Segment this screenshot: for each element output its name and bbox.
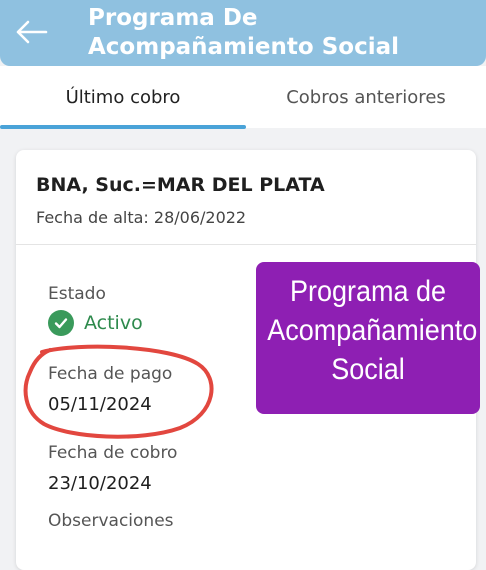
collection-date-value: 23/10/2024 [48, 473, 152, 494]
page-title: Programa De Acompañamiento Social [88, 5, 399, 60]
check-circle-icon [48, 310, 74, 336]
status-label: Estado [48, 284, 106, 304]
observations-label: Observaciones [48, 511, 174, 531]
collection-date-label: Fecha de cobro [48, 443, 178, 463]
registration-date: Fecha de alta: 28/06/2022 [36, 208, 247, 227]
bank-branch: BNA, Suc.=MAR DEL PLATA [36, 174, 325, 196]
payment-date-label: Fecha de pago [48, 364, 173, 384]
payment-date-value: 05/11/2024 [48, 394, 152, 415]
tab-ultimo-cobro[interactable]: Último cobro [0, 66, 246, 128]
tab-bar: Último cobro Cobros anteriores [0, 66, 486, 128]
app-bar: Programa De Acompañamiento Social [0, 0, 486, 66]
status-value: Activo [84, 312, 143, 334]
card-divider [16, 244, 476, 245]
arrow-left-icon [16, 20, 48, 44]
title-overlay-text: Programa de Acompañamiento Social [267, 275, 478, 386]
status-badge: Activo [48, 310, 143, 336]
tab-indicator [0, 125, 246, 129]
tab-cobros-anteriores[interactable]: Cobros anteriores [246, 66, 486, 128]
back-button[interactable] [12, 12, 52, 52]
